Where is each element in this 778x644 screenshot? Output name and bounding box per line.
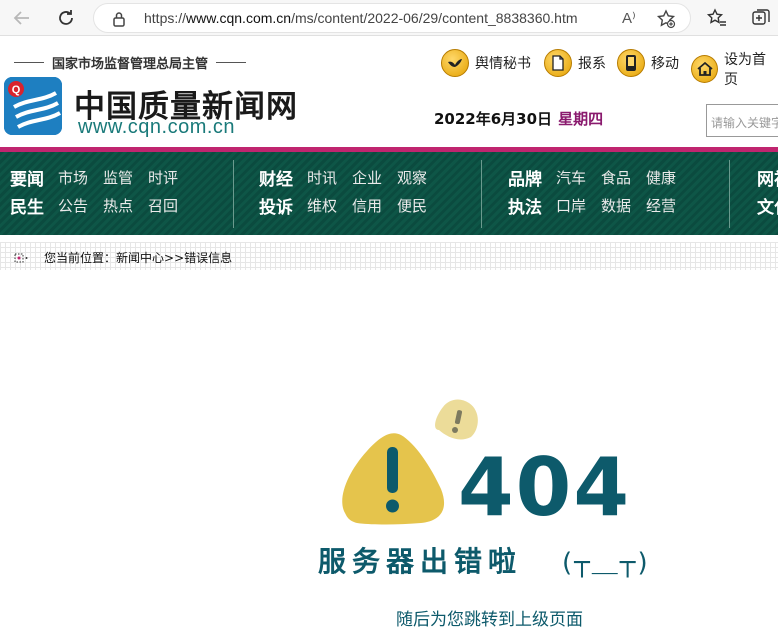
home-icon [691, 55, 719, 83]
site-url[interactable]: www.cqn.com.cn [78, 116, 235, 139]
nav-category-zhifa[interactable]: 执法 [508, 193, 542, 218]
nav-item-shiping[interactable]: 时评 [148, 167, 178, 188]
nav-item-qiye[interactable]: 企业 [352, 167, 382, 188]
back-button[interactable] [8, 4, 36, 32]
nav-item-shipin[interactable]: 食品 [601, 167, 631, 188]
favorites-icon[interactable] [706, 7, 728, 29]
quick-link-newspaper[interactable]: 报系 [544, 49, 606, 77]
site-header: 国家市场监督管理总局主管 Q 中国质量新闻网 www.cqn.com.cn 舆情… [0, 37, 778, 147]
nav-divider [729, 160, 730, 228]
breadcrumb-bar: 您当前位置： 新闻中心>>错误信息 [0, 242, 778, 270]
quick-link-label: 报系 [578, 56, 606, 72]
error-page: 404 服务器出错啦 (┬＿┬) 随后为您跳转到上级页面 [0, 270, 778, 644]
breadcrumb: 您当前位置： 新闻中心>>错误信息 [14, 249, 232, 266]
error-title: 服务器出错啦 [318, 545, 523, 578]
nav-row: 投诉 维权 信用 便民 [259, 193, 442, 218]
bird-icon [441, 49, 469, 77]
quick-link-mobile[interactable]: 移动 [617, 49, 679, 77]
nav-row: 品牌 汽车 食品 健康 [508, 165, 691, 190]
url-text[interactable]: https://www.cqn.com.cn/ms/content/2022-0… [144, 10, 578, 26]
nav-category-wangshi[interactable]: 网视 [757, 165, 778, 190]
quick-link-homepage[interactable]: 设为首页 [691, 49, 778, 89]
error-subtitle: 随后为您跳转到上级页面 [396, 610, 583, 630]
svg-text:Q: Q [12, 84, 21, 96]
nav-row: 文化 [757, 193, 778, 218]
nav-item-jingying[interactable]: 经营 [646, 195, 676, 216]
nav-category-pinpai[interactable]: 品牌 [508, 165, 542, 190]
search-input[interactable]: 请输入关键字 [706, 104, 778, 137]
address-bar[interactable]: https://www.cqn.com.cn/ms/content/2022-0… [93, 3, 691, 33]
nav-divider [233, 160, 234, 228]
url-host: www.cqn.com.cn [186, 10, 292, 26]
sponsor-text: 国家市场监督管理总局主管 [52, 57, 209, 72]
nav-category-yaowen[interactable]: 要闻 [10, 165, 44, 190]
nav-divider [481, 160, 482, 228]
breadcrumb-path[interactable]: 新闻中心>>错误信息 [116, 249, 232, 266]
nav-category-caijing[interactable]: 财经 [259, 165, 293, 190]
date-text: 2022年6月30日 [434, 110, 553, 128]
nav-item-jiankang[interactable]: 健康 [646, 167, 676, 188]
nav-item-xinyong[interactable]: 信用 [352, 195, 382, 216]
sponsor-line: 国家市场监督管理总局主管 [6, 53, 254, 72]
reload-icon [59, 10, 73, 25]
nav-category-minsheng[interactable]: 民生 [10, 193, 44, 218]
nav-item-shuju[interactable]: 数据 [601, 195, 631, 216]
quick-link-label: 移动 [651, 56, 679, 72]
url-path: /ms/content/2022-06/29/content_8838360.h… [291, 10, 578, 26]
nav-item-gonggao[interactable]: 公告 [58, 195, 88, 216]
nav-item-zhaohui[interactable]: 召回 [148, 195, 178, 216]
url-prefix: https:// [144, 10, 187, 26]
document-icon [544, 49, 572, 77]
nav-item-shixun[interactable]: 时讯 [307, 167, 337, 188]
nav-item-guancha[interactable]: 观察 [397, 167, 427, 188]
collections-icon[interactable] [750, 7, 772, 29]
read-aloud-icon[interactable]: A⁾ [622, 9, 636, 27]
quick-link-opinion[interactable]: 舆情秘书 [441, 49, 531, 77]
nav-item-weiquan[interactable]: 维权 [307, 195, 337, 216]
current-date: 2022年6月30日 星期四 [434, 108, 603, 129]
nav-item-jianguan[interactable]: 监管 [103, 167, 133, 188]
lock-icon[interactable] [112, 11, 126, 27]
nav-category-wenhua[interactable]: 文化 [757, 193, 778, 218]
reload-button[interactable] [52, 4, 80, 32]
main-nav: 要闻 市场 监管 时评 民生 公告 热点 召回 财经 时讯 企业 观察 投诉 维… [0, 147, 778, 235]
logo-emblem-icon: Q [4, 77, 62, 135]
error-face: (┬＿┬) [562, 548, 650, 578]
weekday-text: 星期四 [558, 110, 604, 128]
browser-toolbar: https://www.cqn.com.cn/ms/content/2022-0… [0, 0, 778, 36]
nav-item-shichang[interactable]: 市场 [58, 167, 88, 188]
quick-link-label: 设为首页 [724, 52, 767, 88]
nav-item-redian[interactable]: 热点 [103, 195, 133, 216]
site-logo[interactable]: Q [4, 77, 62, 135]
nav-category-tousu[interactable]: 投诉 [259, 193, 293, 218]
nav-item-kouan[interactable]: 口岸 [556, 195, 586, 216]
nav-row: 执法 口岸 数据 经营 [508, 193, 691, 218]
quick-link-label: 舆情秘书 [475, 56, 531, 72]
breadcrumb-label: 您当前位置： [44, 251, 117, 265]
nav-row: 民生 公告 热点 召回 [10, 193, 193, 218]
error-code: 404 [458, 441, 631, 534]
nav-row: 网视 [757, 165, 778, 190]
nav-row: 要闻 市场 监管 时评 [10, 165, 193, 190]
nav-item-bianmin[interactable]: 便民 [397, 195, 427, 216]
nav-group-media: 网视 文化 [757, 152, 778, 235]
nav-row: 财经 时讯 企业 观察 [259, 165, 442, 190]
location-marker-icon [14, 253, 28, 262]
add-favorite-icon[interactable] [656, 9, 676, 29]
nav-item-qiche[interactable]: 汽车 [556, 167, 586, 188]
arrow-left-icon [13, 11, 29, 25]
mobile-phone-icon [617, 49, 645, 77]
